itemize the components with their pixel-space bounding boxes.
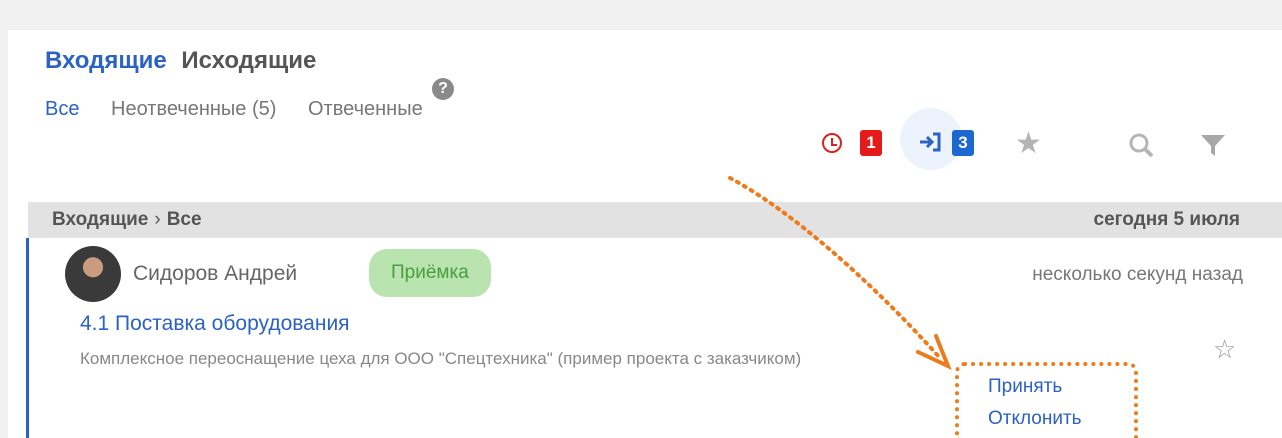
filter-all[interactable]: Все	[45, 98, 79, 120]
breadcrumb-current: Все	[166, 209, 202, 230]
clock-icon[interactable]	[822, 133, 842, 153]
tab-outgoing[interactable]: Исходящие	[181, 47, 316, 74]
filter-answered[interactable]: Отвеченные	[308, 98, 423, 120]
main-tabs: Входящие Исходящие	[45, 47, 316, 75]
incoming-badge[interactable]: 3	[952, 130, 974, 156]
enter-icon[interactable]	[918, 131, 942, 153]
date-group-label: сегодня 5 июля	[1093, 209, 1241, 230]
star-icon[interactable]: ★	[1015, 126, 1042, 161]
filter-tabs: Все Неотвеченные (5) Отвеченные	[45, 98, 449, 121]
breadcrumb-root[interactable]: Входящие	[52, 209, 148, 230]
item-subject-link[interactable]: 4.1 Поставка оборудования	[80, 312, 350, 336]
overdue-badge[interactable]: 1	[860, 130, 882, 156]
decline-button[interactable]: Отклонить	[988, 408, 1082, 430]
accept-button[interactable]: Принять	[988, 376, 1062, 398]
search-icon[interactable]	[1127, 131, 1155, 159]
help-icon[interactable]: ?	[432, 78, 454, 100]
tab-incoming[interactable]: Входящие	[45, 47, 167, 74]
author-name: Сидоров Андрей	[133, 262, 298, 285]
breadcrumb-path: Входящие › Все	[52, 209, 202, 231]
filter-icon[interactable]	[1200, 133, 1226, 159]
breadcrumb-separator: ›	[154, 209, 161, 230]
star-outline-icon[interactable]: ☆	[1213, 334, 1236, 365]
avatar	[65, 246, 121, 302]
annotation-arrow	[728, 176, 952, 370]
breadcrumb: Входящие › Все сегодня 5 июля	[28, 202, 1282, 238]
filter-unanswered[interactable]: Неотвеченные (5)	[111, 98, 276, 120]
timestamp: несколько секунд назад	[1032, 264, 1243, 285]
status-tag: Приёмка	[369, 249, 491, 297]
